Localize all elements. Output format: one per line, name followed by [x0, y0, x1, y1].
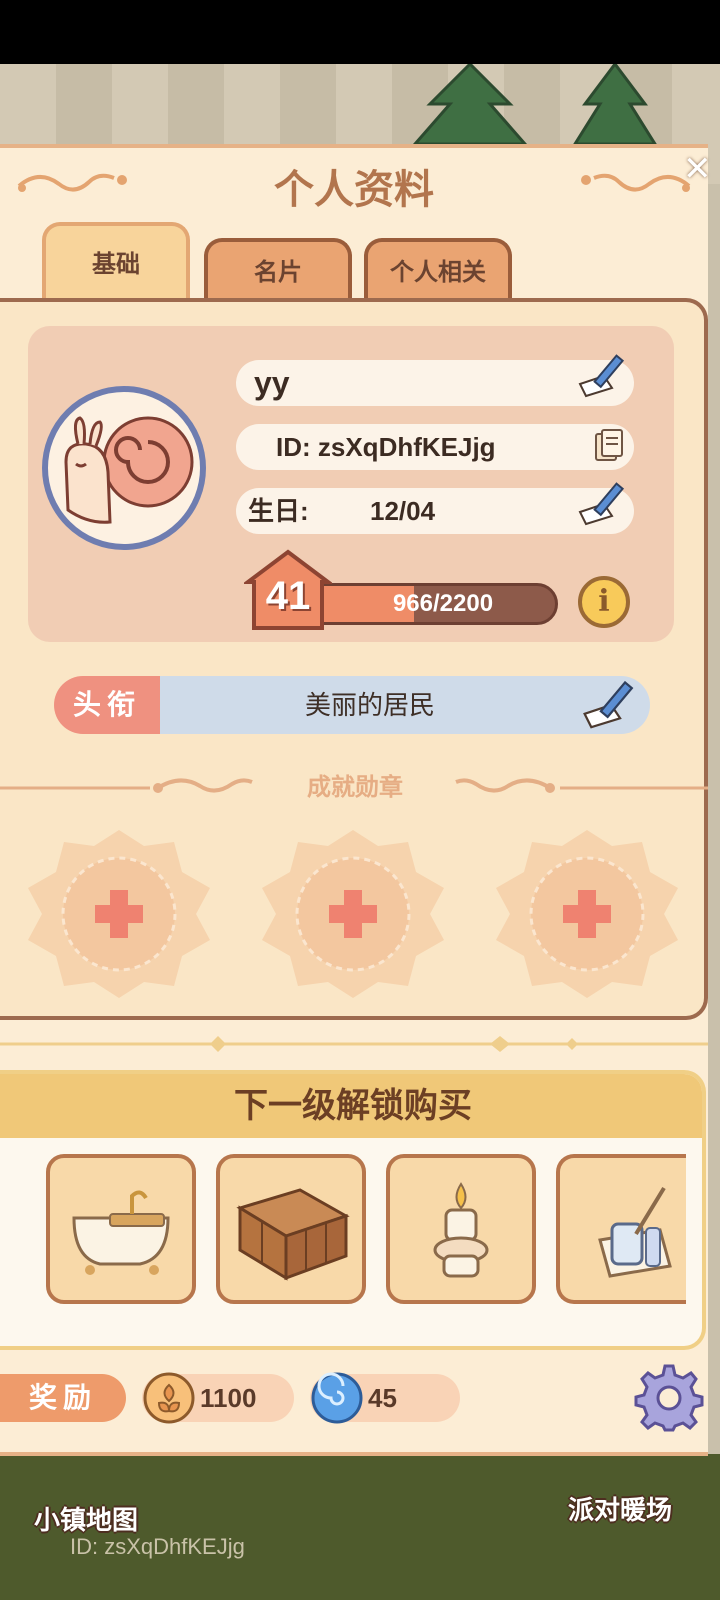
gem-amount: 45: [368, 1383, 397, 1413]
gem-reward: 45: [310, 1372, 460, 1424]
achievement-slot-2[interactable]: [258, 828, 448, 1000]
unlock-heading: 下一级解锁购买: [0, 1074, 702, 1138]
add-badge-icon: [262, 830, 444, 998]
cabinet-icon: [236, 1188, 350, 1281]
birthday-label: 生日:: [248, 496, 309, 526]
status-bar: [0, 0, 720, 64]
title-row[interactable]: 头衔 美丽的居民: [54, 676, 650, 734]
panel-divider: [0, 1036, 708, 1052]
unlock-item-3[interactable]: [386, 1154, 536, 1304]
town-map-label[interactable]: 小镇地图: [34, 1500, 138, 1537]
title-label: 头衔: [54, 676, 160, 734]
info-button[interactable]: i: [578, 576, 630, 628]
level-badge: 41: [242, 548, 334, 637]
tab-basic[interactable]: 基础: [42, 222, 190, 300]
name-field[interactable]: yy: [236, 354, 634, 406]
xp-progress-bar: 966/2200: [300, 583, 558, 625]
coin-icon: [143, 1372, 195, 1424]
title-ornament-left: [17, 173, 127, 192]
achievement-slot-1[interactable]: [24, 828, 214, 1000]
birthday-value: 12/04: [370, 496, 436, 526]
party-label[interactable]: 派对暖场: [568, 1490, 672, 1527]
xp-text: 966/2200: [392, 590, 494, 617]
add-badge-icon: [496, 830, 678, 998]
background-id-text: ID: zsXqDhfKEJjg: [70, 1534, 245, 1559]
swirl-gem-icon: [311, 1372, 363, 1424]
snail-avatar-icon: [64, 416, 194, 524]
achievement-slot-3[interactable]: [492, 828, 682, 1000]
unlock-item-2[interactable]: [216, 1154, 366, 1304]
achievement-section-label: 成就勋章: [307, 774, 403, 801]
coin-reward: 1100: [142, 1372, 294, 1424]
edit-pencil-icon[interactable]: [578, 674, 640, 736]
settings-gear-icon[interactable]: [634, 1362, 704, 1432]
pine-tree-left: [411, 64, 529, 146]
tab-personal[interactable]: 个人相关: [364, 238, 512, 300]
level-number: 41: [265, 574, 311, 618]
title-ornament-right: [581, 173, 691, 192]
player-name: yy: [254, 365, 290, 401]
unlock-item-1[interactable]: [46, 1154, 196, 1304]
unlock-item-4[interactable]: [556, 1154, 686, 1304]
birthday-field[interactable]: 生日: 12/04: [236, 482, 634, 534]
coin-amount: 1100: [200, 1383, 257, 1413]
player-id: ID: zsXqDhfKEJjg: [276, 432, 496, 462]
add-badge-icon: [28, 830, 210, 998]
page-title: 个人资料: [274, 168, 434, 212]
pine-tree-right: [572, 64, 658, 146]
edit-pencil-icon[interactable]: [574, 476, 630, 532]
bathtub-icon: [72, 1190, 170, 1275]
id-field[interactable]: ID: zsXqDhfKEJjg: [236, 424, 634, 470]
cup-brush-icon: [598, 1186, 672, 1278]
tab-card[interactable]: 名片: [204, 238, 352, 300]
candle-icon: [433, 1182, 489, 1278]
avatar[interactable]: [42, 386, 206, 550]
edit-pencil-icon[interactable]: [574, 348, 630, 404]
title-value: 美丽的居民: [160, 676, 650, 734]
copy-icon[interactable]: [594, 428, 624, 464]
reward-label: 奖励: [0, 1374, 126, 1422]
